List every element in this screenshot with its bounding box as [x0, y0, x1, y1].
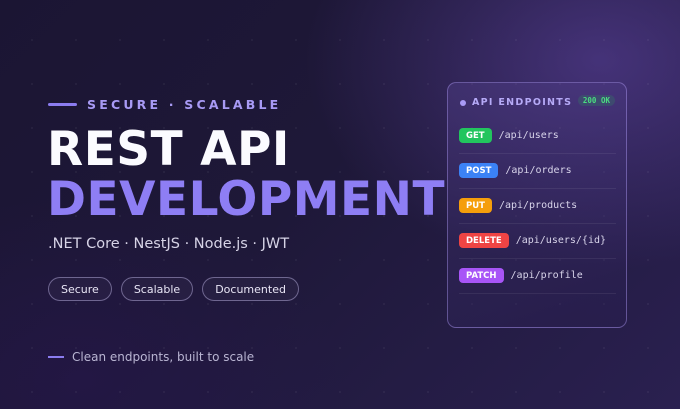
endpoint-row: DELETE /api/users/{id}: [459, 223, 616, 259]
tagline-accent-bar: [48, 356, 64, 358]
endpoint-path: /api/users/{id}: [515, 235, 607, 246]
endpoint-path: /api/orders: [505, 165, 572, 176]
endpoint-row: GET /api/users: [459, 118, 616, 154]
endpoint-row: PATCH /api/profile: [459, 258, 616, 294]
eyebrow: SECURE · SCALABLE: [48, 97, 281, 112]
hero-title-line2: DEVELOPMENT: [47, 172, 446, 227]
method-badge-delete: DELETE: [459, 233, 509, 248]
chip-documented: Documented: [202, 277, 299, 301]
endpoint-row: PUT /api/products: [459, 188, 616, 224]
chip-scalable: Scalable: [120, 277, 194, 301]
api-endpoints-panel: API ENDPOINTS 200 OK GET /api/users POST…: [447, 82, 627, 328]
panel-title: API ENDPOINTS: [472, 97, 573, 108]
method-badge-patch: PATCH: [459, 268, 504, 283]
status-dot-icon: [460, 99, 466, 106]
eyebrow-text: SECURE · SCALABLE: [87, 97, 282, 112]
panel-header: API ENDPOINTS: [460, 97, 572, 108]
endpoint-row: POST /api/orders: [459, 153, 616, 189]
feature-chips: Secure Scalable Documented: [48, 277, 299, 301]
endpoint-path: /api/products: [498, 200, 578, 211]
tagline-text: Clean endpoints, built to scale: [72, 350, 255, 364]
tagline: Clean endpoints, built to scale: [48, 350, 254, 364]
status-badge: 200 OK: [577, 95, 615, 106]
endpoint-path: /api/users: [498, 130, 559, 141]
method-badge-get: GET: [459, 128, 492, 143]
chip-secure: Secure: [48, 277, 112, 301]
endpoint-path: /api/profile: [510, 270, 583, 281]
method-badge-post: POST: [459, 163, 499, 178]
method-badge-put: PUT: [459, 198, 492, 213]
tech-stack: .NET Core · NestJS · Node.js · JWT: [48, 236, 290, 252]
hero-title-line1: REST API: [47, 122, 290, 177]
eyebrow-accent-bar: [48, 103, 77, 106]
